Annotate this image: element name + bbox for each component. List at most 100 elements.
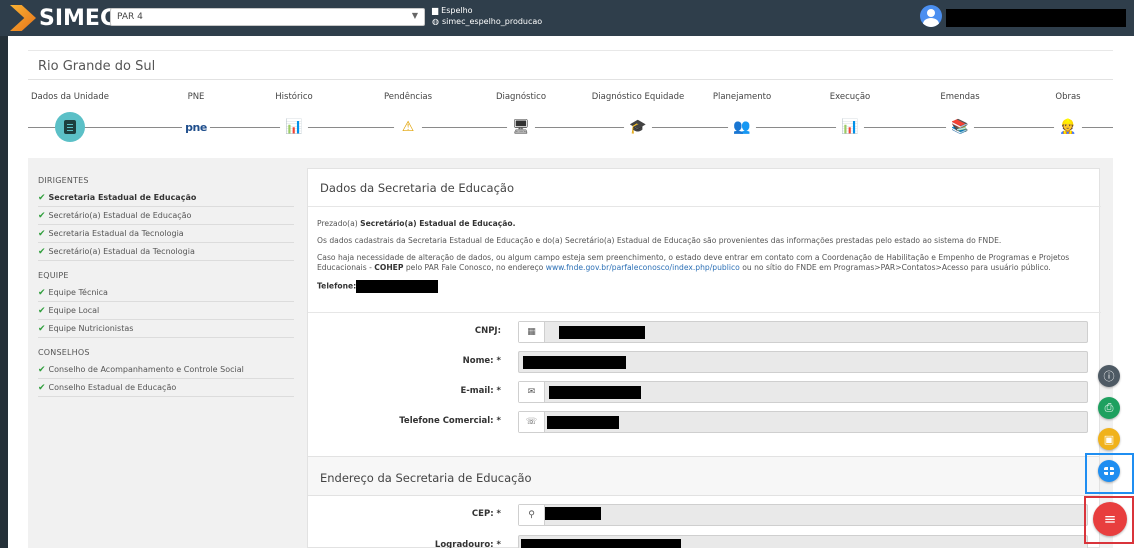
notice-paragraph: pelo PAR Fale Conosco, no endereço	[403, 263, 546, 272]
sidebar-item-label: Secretaria Estadual de Educação	[48, 193, 197, 202]
logradouro-field[interactable]	[518, 535, 1088, 548]
step-execucao[interactable]: Execução 📊	[800, 92, 900, 141]
cep-field[interactable]: ⚲	[518, 504, 1088, 526]
sidebar-item-secretaria-educacao[interactable]: ✔ Secretaria Estadual de Educação	[38, 189, 294, 207]
phone-icon: ☏	[519, 412, 545, 432]
step-diagnostico-equidade[interactable]: Diagnóstico Equidade 🎓	[578, 92, 698, 141]
cnpj-row: CNPJ: ▦	[308, 321, 1101, 343]
phone-label: Telefone:	[317, 281, 357, 291]
sidebar-item-label: Conselho Estadual de Educação	[48, 383, 177, 392]
warning-icon: ⚠	[394, 113, 422, 141]
page-title: Rio Grande do Sul	[28, 50, 1113, 80]
document-icon	[55, 112, 85, 142]
cnpj-label: CNPJ:	[474, 326, 501, 336]
map-pin-icon: ⚲	[519, 505, 545, 525]
history-chart-icon: 📊	[280, 113, 308, 141]
notice-paragraph: ou no sítio do FNDE em Programas>PAR>Con…	[739, 263, 1051, 272]
planning-icon: 👥	[728, 113, 756, 141]
top-navbar: SIMEC PAR 4 ▼ ▆ Espelho ◍ simec_espelho_pr…	[0, 0, 1134, 36]
sidebar-item-secretario-educacao[interactable]: ✔ Secretário(a) Estadual de Educação	[38, 207, 294, 225]
sidebar-item-secretario-tecnologia[interactable]: ✔ Secretário(a) Estadual da Tecnologia	[38, 243, 294, 261]
step-label: PNE	[187, 92, 205, 102]
step-pendencias[interactable]: Pendências ⚠	[358, 92, 458, 141]
cnpj-value-redacted	[559, 326, 645, 339]
calendar-icon: ▣	[1103, 432, 1115, 446]
sidebar-item-label: Equipe Local	[48, 306, 100, 315]
sidebar-section-title: DIRIGENTES	[38, 176, 89, 185]
envelope-icon: ✉	[519, 382, 545, 402]
step-dados-da-unidade[interactable]: Dados da Unidade	[20, 92, 120, 142]
sidebar-item-equipe-local[interactable]: ✔ Equipe Local	[38, 302, 294, 320]
program-select[interactable]: PAR 4 ▼	[110, 8, 425, 26]
notice-greeting: Prezado(a)	[317, 219, 361, 228]
divider	[308, 312, 1101, 313]
sidebar-item-equipe-nutricionistas[interactable]: ✔ Equipe Nutricionistas	[38, 320, 294, 338]
avatar-body	[923, 18, 939, 27]
info-button[interactable]: ⓘ	[1098, 365, 1120, 387]
step-diagnostico[interactable]: Diagnóstico 🖥	[471, 92, 571, 141]
name-label: Nome: *	[462, 356, 501, 366]
name-field[interactable]	[518, 351, 1088, 373]
logradouro-label: Logradouro: *	[434, 540, 501, 548]
step-pne[interactable]: PNE pne	[146, 92, 246, 141]
pne-icon: pne	[182, 113, 210, 141]
step-label: Emendas	[940, 92, 980, 102]
name-value-redacted	[523, 356, 626, 369]
fnde-link[interactable]: www.fnde.gov.br/parfaleconosco/index.php…	[546, 263, 740, 272]
menu-button[interactable]: ≡	[1093, 502, 1127, 536]
env-name: Espelho	[441, 6, 473, 15]
step-label: Histórico	[275, 92, 313, 102]
cep-value-redacted	[545, 507, 601, 520]
sidebar-item-label: Secretaria Estadual da Tecnologia	[48, 229, 184, 238]
left-edge-stripe	[0, 0, 8, 548]
email-label: E-mail: *	[460, 386, 501, 396]
sidebar-item-label: Secretário(a) Estadual de Educação	[48, 211, 192, 220]
check-icon: ✔	[38, 382, 46, 393]
user-avatar[interactable]	[920, 5, 942, 27]
check-icon: ✔	[38, 192, 46, 203]
construction-worker-icon: 👷	[1054, 113, 1082, 141]
sidebar-item-secretaria-tecnologia[interactable]: ✔ Secretaria Estadual da Tecnologia	[38, 225, 294, 243]
equity-icon: 🎓	[624, 113, 652, 141]
sidebar-item-conselho-estadual[interactable]: ✔ Conselho Estadual de Educação	[38, 379, 294, 397]
sidebar-item-conselho-acompanhamento[interactable]: ✔ Conselho de Acompanhamento e Controle S…	[38, 361, 294, 379]
sidebar: DIRIGENTES ✔ Secretaria Estadual de Educa…	[38, 176, 294, 397]
step-emendas[interactable]: Emendas 📚	[910, 92, 1010, 141]
step-historico[interactable]: Histórico 📊	[244, 92, 344, 141]
sidebar-item-label: Conselho de Acompanhamento e Controle So…	[48, 365, 244, 374]
grid-icon	[1104, 467, 1114, 475]
step-planejamento[interactable]: Planejamento 👥	[692, 92, 792, 141]
sidebar-item-label: Equipe Nutricionistas	[48, 324, 134, 333]
phone-row: Telefone Comercial: * ☏	[308, 411, 1101, 433]
email-field[interactable]: ✉	[518, 381, 1088, 403]
phone-field[interactable]: ☏	[518, 411, 1088, 433]
user-name-redacted[interactable]	[946, 9, 1126, 27]
cnpj-field[interactable]: ▦	[518, 321, 1088, 343]
database-icon: ▆	[432, 6, 439, 15]
step-label: Planejamento	[712, 92, 772, 102]
amendments-icon: 📚	[946, 113, 974, 141]
environment-info: ▆ Espelho ◍ simec_espelho_producao	[432, 5, 542, 27]
print-button[interactable]: ⎙	[1098, 397, 1120, 419]
address-section-header: Endereço da Secretaria de Educação	[308, 456, 1099, 496]
program-select-value: PAR 4	[117, 12, 143, 22]
env-db: simec_espelho_producao	[441, 17, 543, 26]
email-row: E-mail: * ✉	[308, 381, 1101, 403]
step-obras[interactable]: Obras 👷	[1018, 92, 1118, 141]
grid-button[interactable]	[1098, 460, 1120, 482]
sidebar-item-label: Secretário(a) Estadual da Tecnologia	[48, 247, 195, 256]
check-icon: ✔	[38, 228, 46, 239]
simec-logo[interactable]: SIMEC	[10, 5, 116, 31]
sidebar-section-title: EQUIPE	[38, 271, 69, 280]
step-label: Diagnóstico Equidade	[591, 92, 685, 102]
email-value-redacted	[549, 386, 641, 399]
logo-arrow-icon	[10, 5, 36, 31]
notice-text: Prezado(a) Secretário(a) Estadual de Edu…	[317, 219, 1092, 300]
logradouro-value-redacted	[521, 539, 681, 548]
address-section-title: Endereço da Secretaria de Educação	[320, 471, 532, 485]
calendar-button[interactable]: ▣	[1098, 428, 1120, 450]
sidebar-item-equipe-tecnica[interactable]: ✔ Equipe Técnica	[38, 284, 294, 302]
globe-icon: ◍	[432, 17, 439, 26]
check-icon: ✔	[38, 246, 46, 257]
chevron-down-icon: ▼	[411, 11, 418, 20]
